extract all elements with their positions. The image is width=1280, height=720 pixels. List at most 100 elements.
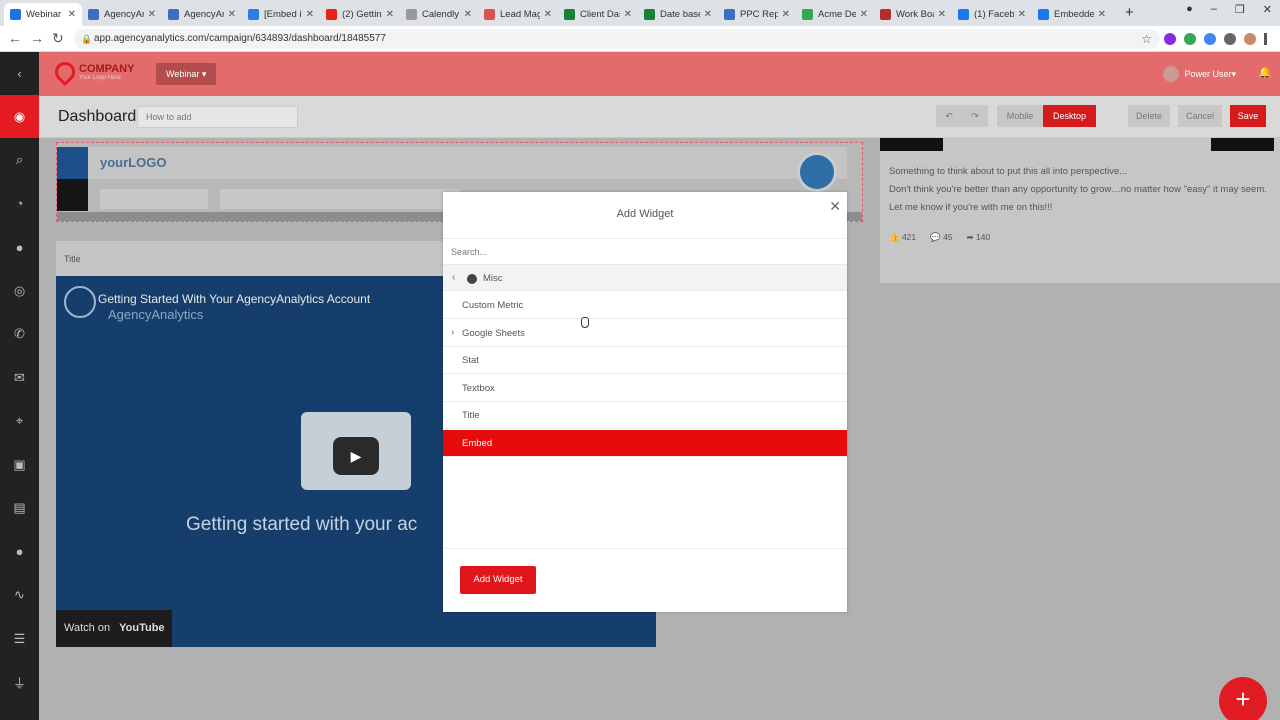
close-tab-icon[interactable]: ✕ — [306, 9, 314, 20]
minimize-icon[interactable]: – — [1211, 3, 1217, 16]
add-widget-fab[interactable]: + — [1219, 677, 1267, 720]
close-tab-icon[interactable]: ✕ — [938, 9, 946, 20]
user-icon[interactable]: ● — [0, 530, 39, 573]
logo-text: yourLOGO — [100, 155, 167, 170]
add-widget-button[interactable]: Add Widget — [460, 566, 536, 594]
widget-option[interactable]: Textbox — [443, 375, 847, 402]
widget-option[interactable]: › Google Sheets — [443, 320, 847, 347]
puzzle-icon[interactable] — [1224, 33, 1236, 45]
close-tab-icon[interactable]: ✕ — [624, 9, 632, 20]
profile-icon[interactable]: ● — [1186, 3, 1193, 16]
forward-icon[interactable]: → — [30, 30, 44, 46]
menu-dots-icon[interactable] — [1264, 33, 1267, 45]
dashboard-icon[interactable]: ◉ — [0, 95, 39, 138]
video-overlay-text: Getting started with your ac — [186, 514, 418, 535]
close-tab-icon[interactable]: ✕ — [1018, 9, 1026, 20]
save-button[interactable]: Save — [1230, 105, 1266, 127]
browser-tab[interactable]: Acme Den ✕ — [796, 3, 874, 26]
close-tab-icon[interactable]: ✕ — [1098, 9, 1106, 20]
tab-label: Calendly — [422, 9, 459, 20]
collapse-sidebar-icon[interactable]: ‹ — [0, 52, 39, 95]
watch-on-youtube-button[interactable]: Watch on YouTube — [56, 610, 172, 647]
browser-tab[interactable]: Date base ✕ — [638, 3, 718, 26]
chevron-left-icon[interactable]: ‹ — [452, 272, 455, 283]
misc-category-icon — [467, 274, 477, 284]
play-button-icon[interactable]: ▶ — [333, 437, 379, 475]
undo-button[interactable]: ↶ — [936, 105, 962, 127]
close-tab-icon[interactable]: ✕ — [386, 9, 394, 20]
widget-option[interactable]: Stat — [443, 347, 847, 374]
extension-icon[interactable] — [1184, 33, 1196, 45]
user-menu[interactable]: Power User ▾ — [1163, 66, 1236, 82]
video-channel: AgencyAnalytics — [108, 307, 204, 322]
widget-option[interactable]: Title — [443, 402, 847, 429]
browser-tab[interactable]: [Embed in ✕ — [242, 3, 320, 26]
location-icon[interactable]: ⌖ — [0, 400, 39, 443]
close-tab-icon[interactable]: ✕ — [464, 9, 472, 20]
close-tab-icon[interactable]: ✕ — [860, 9, 868, 20]
browser-tab[interactable]: Webinar ✕ — [4, 3, 82, 26]
close-icon[interactable]: ✕ — [829, 198, 841, 215]
pie-chart-icon[interactable]: ◔ — [0, 182, 39, 225]
widget-option[interactable]: Embed — [443, 429, 847, 457]
browser-tab[interactable]: Calendly ✕ — [400, 3, 478, 26]
youtube-logo: YouTube — [119, 622, 165, 634]
extension-icon[interactable] — [1164, 33, 1176, 45]
close-tab-icon[interactable]: ✕ — [704, 9, 712, 20]
video-thumbnail[interactable]: ▶ — [301, 412, 411, 490]
file-icon[interactable]: ▤ — [0, 487, 39, 530]
chevron-right-icon: › — [451, 326, 455, 338]
target-icon[interactable]: ◎ — [0, 269, 39, 312]
browser-tab[interactable]: (2) Getting ✕ — [320, 3, 400, 26]
dashboard-note-input[interactable]: How to add — [137, 106, 298, 128]
browser-tab-bar: Webinar✕AgencyAn✕AgencyAn✕[Embed in✕(2) … — [0, 0, 1280, 26]
avatar[interactable] — [1244, 33, 1256, 45]
desktop-view-button[interactable]: Desktop — [1043, 105, 1096, 127]
category-header[interactable]: ‹ Misc — [443, 264, 847, 291]
close-tab-icon[interactable]: ✕ — [544, 9, 552, 20]
campaign-dropdown[interactable]: Webinar ▾ — [156, 63, 217, 85]
dashboard-toolbar: Dashboard How to add ↶ ↷ Mobile Desktop … — [39, 96, 1280, 138]
close-window-icon[interactable]: ✕ — [1263, 3, 1272, 16]
browser-tab[interactable]: AgencyAn ✕ — [162, 3, 242, 26]
tab-label: Date base — [660, 9, 700, 20]
avatar — [1163, 66, 1180, 82]
reload-icon[interactable]: ↻ — [52, 30, 64, 47]
mobile-view-button[interactable]: Mobile — [997, 105, 1043, 127]
new-tab-button[interactable]: + — [1125, 4, 1134, 21]
browser-tab[interactable]: Client Das ✕ — [558, 3, 638, 26]
cart-icon[interactable]: ▣ — [0, 443, 39, 486]
browser-tab[interactable]: AgencyAn ✕ — [82, 3, 162, 26]
social-post-widget[interactable]: Something to think about to put this all… — [880, 138, 1280, 283]
extension-icon[interactable] — [1204, 33, 1216, 45]
url-field[interactable]: 🔒 app.agencyanalytics.com/campaign/63489… — [74, 29, 1160, 49]
video-title[interactable]: Getting Started With Your AgencyAnalytic… — [98, 292, 370, 306]
bell-icon[interactable]: 🔔 — [1258, 66, 1272, 79]
search-icon[interactable]: ⌕ — [0, 139, 39, 182]
browser-tab[interactable]: Lead Mag ✕ — [478, 3, 558, 26]
activity-icon[interactable]: ∿ — [0, 574, 39, 617]
mail-icon[interactable]: ✉ — [0, 356, 39, 399]
close-tab-icon[interactable]: ✕ — [68, 9, 76, 20]
phone-icon[interactable]: ✆ — [0, 313, 39, 356]
chat-icon[interactable]: ● — [0, 226, 39, 269]
browser-tab[interactable]: PPC Repo ✕ — [718, 3, 796, 26]
back-icon[interactable]: ← — [8, 30, 22, 46]
widget-option[interactable]: Custom Metric — [443, 292, 847, 319]
cancel-button[interactable]: Cancel — [1178, 105, 1222, 127]
browser-tab[interactable]: (1) Facebo ✕ — [952, 3, 1032, 26]
close-tab-icon[interactable]: ✕ — [782, 9, 790, 20]
redo-button[interactable]: ↷ — [962, 105, 988, 127]
bookmark-star-icon[interactable]: ☆ — [1141, 29, 1152, 49]
delete-button[interactable]: Delete — [1128, 105, 1170, 127]
browser-tab[interactable]: Work Boa ✕ — [874, 3, 952, 26]
close-tab-icon[interactable]: ✕ — [228, 9, 236, 20]
maximize-icon[interactable]: ❐ — [1235, 3, 1245, 16]
plug-icon[interactable]: ⏚ — [0, 661, 39, 704]
list-icon[interactable]: ☰ — [0, 617, 39, 660]
comment-icon: 💬 — [930, 232, 944, 242]
close-tab-icon[interactable]: ✕ — [148, 9, 156, 20]
widget-search-input[interactable] — [443, 238, 847, 264]
browser-tab[interactable]: Embedde ✕ — [1032, 3, 1112, 26]
chat-launcher-icon[interactable] — [797, 152, 837, 192]
